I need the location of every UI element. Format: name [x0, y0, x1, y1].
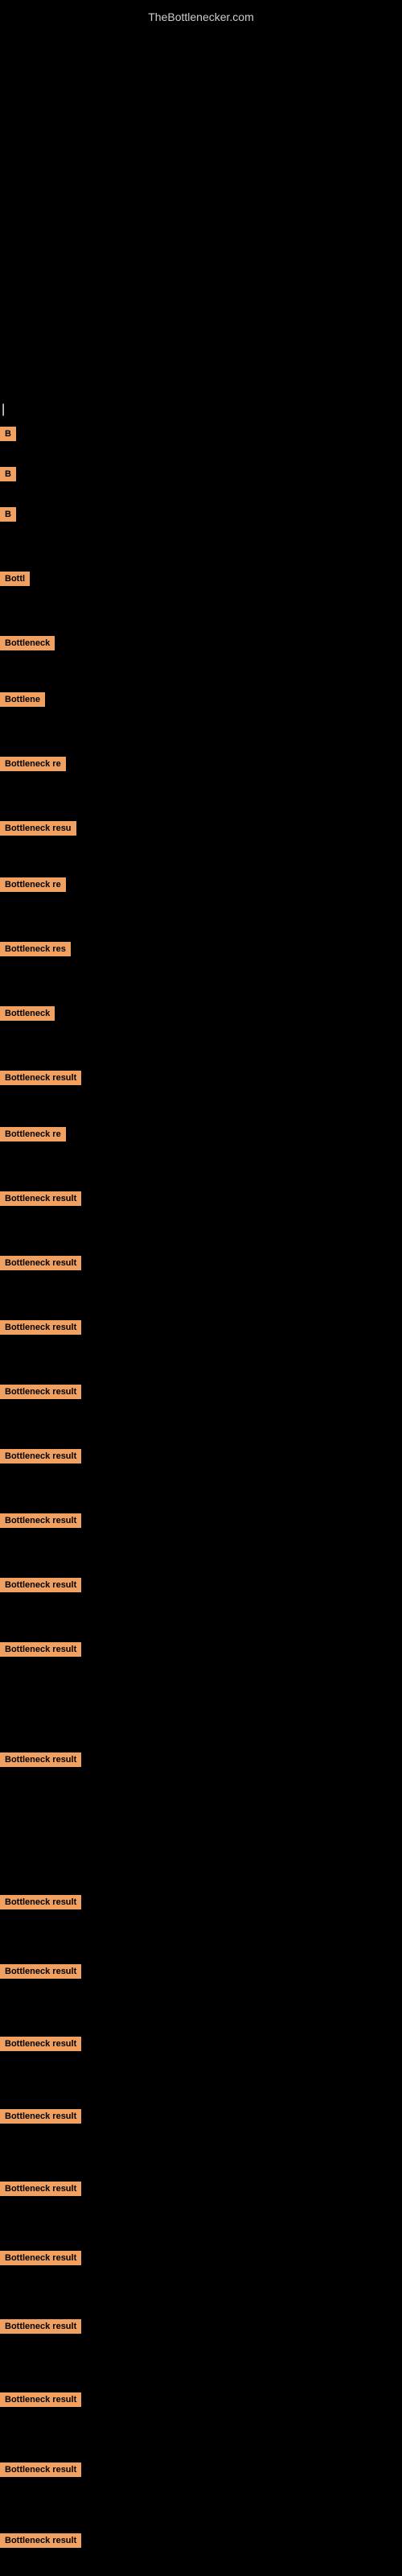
bottleneck-result-label: Bottleneck result	[0, 2462, 81, 2477]
bottleneck-result-label: Bottleneck result	[0, 1256, 81, 1270]
bottleneck-result-label: Bottleneck result	[0, 1449, 81, 1463]
bottleneck-result-label: Bottlene	[0, 692, 45, 707]
bottleneck-result-label: Bottleneck result	[0, 2182, 81, 2196]
bottleneck-result-label: Bottl	[0, 572, 30, 586]
bottleneck-result-label: Bottleneck res	[0, 942, 71, 956]
bottleneck-result-label: Bottleneck result	[0, 1578, 81, 1592]
bottleneck-result-label: Bottleneck result	[0, 2392, 81, 2407]
bottleneck-result-label: Bottleneck result	[0, 2533, 81, 2548]
bottleneck-result-label: Bottleneck result	[0, 1752, 81, 1767]
bottleneck-result-label: Bottleneck result	[0, 2109, 81, 2124]
bottleneck-result-label: Bottleneck	[0, 1006, 55, 1021]
bottleneck-result-label: Bottleneck result	[0, 2319, 81, 2334]
bottleneck-result-label: Bottleneck result	[0, 1964, 81, 1979]
bottleneck-result-label: Bottleneck result	[0, 1895, 81, 1909]
bottleneck-result-label: Bottleneck result	[0, 1191, 81, 1206]
bottleneck-result-label: Bottleneck result	[0, 1320, 81, 1335]
bottleneck-result-label: Bottleneck result	[0, 1385, 81, 1399]
bottleneck-result-label: Bottleneck re	[0, 877, 66, 892]
bottleneck-result-label: Bottleneck	[0, 636, 55, 650]
bottleneck-result-label: Bottleneck re	[0, 757, 66, 771]
bottleneck-result-label: Bottleneck result	[0, 2251, 81, 2265]
bottleneck-result-label: B	[0, 427, 16, 441]
bottleneck-result-label: B	[0, 467, 16, 481]
bottleneck-result-label: Bottleneck result	[0, 2037, 81, 2051]
cursor: |	[2, 402, 5, 417]
bottleneck-result-label: Bottleneck re	[0, 1127, 66, 1141]
bottleneck-result-label: Bottleneck result	[0, 1071, 81, 1085]
bottleneck-result-label: B	[0, 507, 16, 522]
site-title: TheBottlenecker.com	[0, 4, 402, 30]
bottleneck-result-label: Bottleneck result	[0, 1642, 81, 1657]
bottleneck-result-label: Bottleneck result	[0, 1513, 81, 1528]
bottleneck-result-label: Bottleneck resu	[0, 821, 76, 836]
